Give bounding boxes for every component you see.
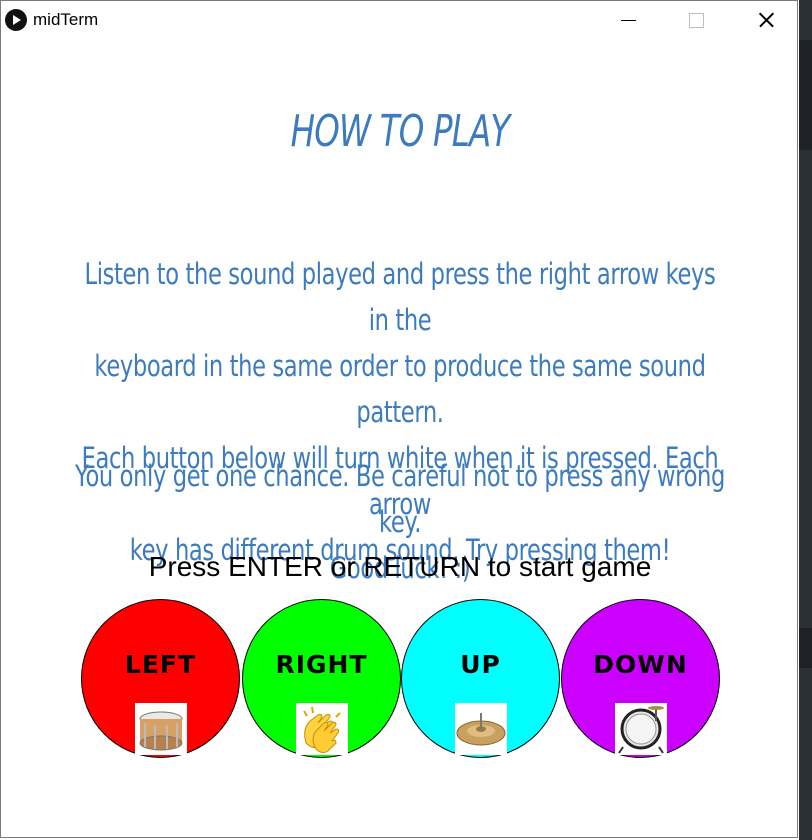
left-drum-pad[interactable]: LEFT [81,599,240,758]
bass-drum-icon [615,703,667,755]
desktop-background [799,0,812,840]
maximize-button[interactable] [673,1,719,39]
page-title: HOW TO PLAY [290,106,511,157]
pad-label: UP [460,650,501,679]
start-game-prompt: Press ENTER or RETURN to start game [148,551,652,582]
pad-label: RIGHT [275,650,368,679]
app-window: midTerm HOW TO PLAY Listen to the sound … [0,0,798,838]
desktop-window-edge [799,40,812,150]
pad-label: LEFT [124,650,197,679]
snare-drum-icon [135,703,187,755]
instruction-line: keyboard in the same order to produce th… [94,349,706,429]
play-app-icon [5,9,27,31]
pad-label: DOWN [593,650,688,679]
instruction-line: You only get one chance. Be careful not … [75,459,725,539]
title-bar[interactable]: midTerm [1,1,797,39]
minimize-button[interactable] [605,1,651,39]
down-drum-pad[interactable]: DOWN [561,599,720,758]
cymbal-icon [455,703,507,755]
clapping-hands-icon [296,703,348,755]
close-button[interactable] [743,1,789,39]
window-title: midTerm [33,10,99,29]
instruction-line: Listen to the sound played and press the… [84,257,716,337]
right-drum-pad[interactable]: RIGHT [242,599,401,758]
up-drum-pad[interactable]: UP [401,599,560,758]
desktop-window-edge [799,628,812,668]
